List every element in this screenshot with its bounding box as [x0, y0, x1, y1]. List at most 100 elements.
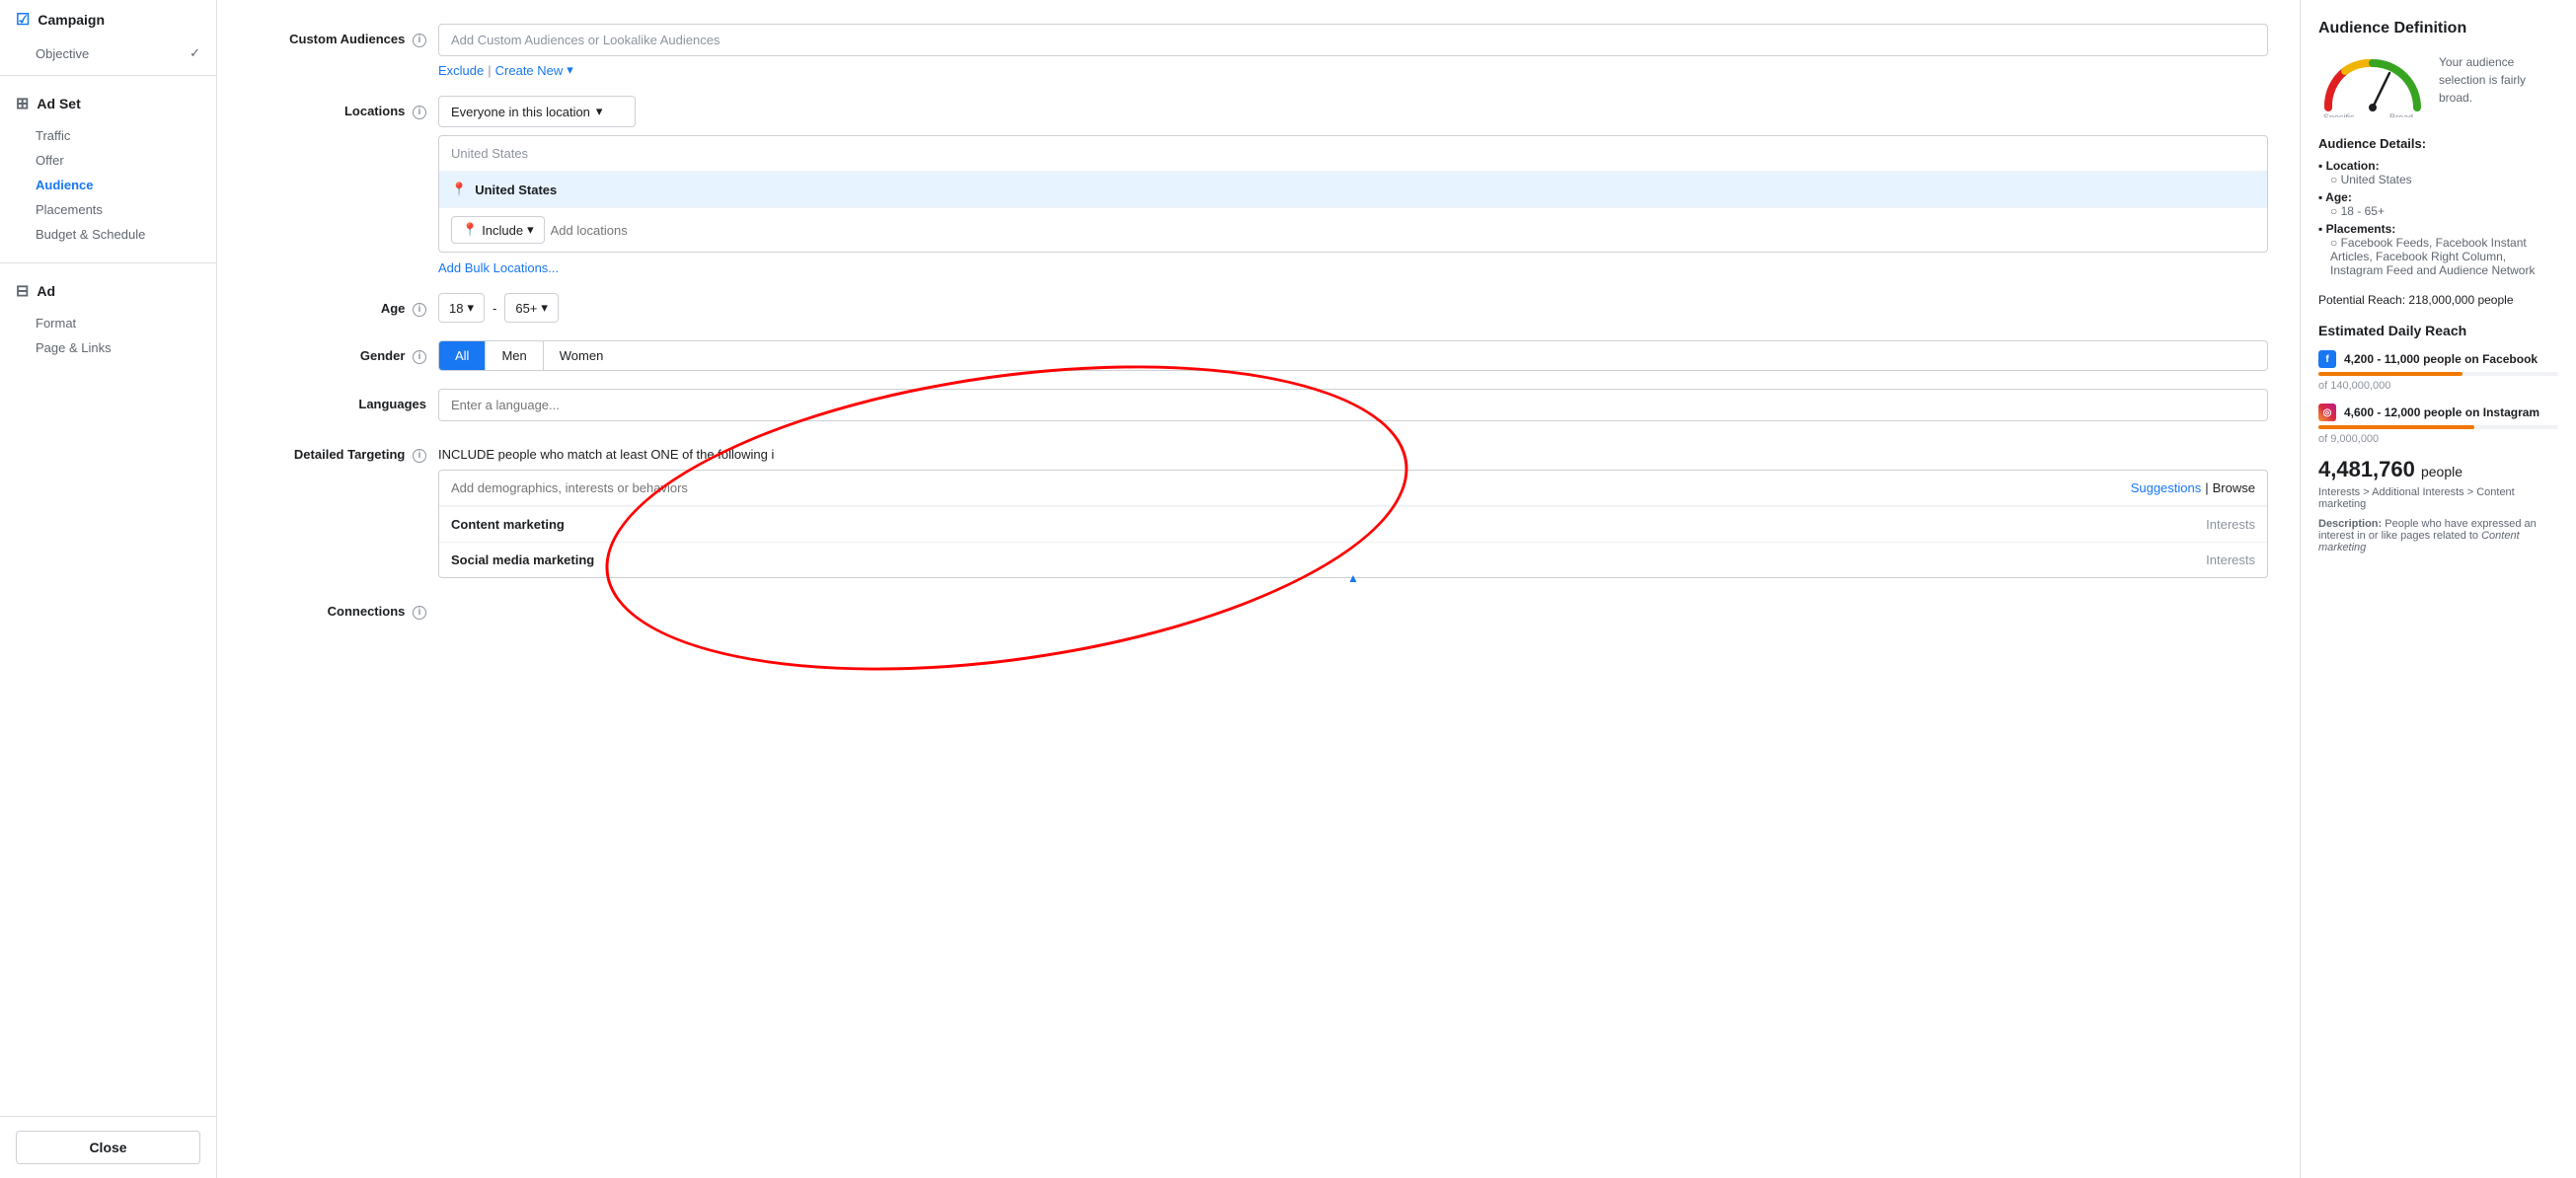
sidebar-item-placements[interactable]: Placements: [36, 197, 200, 222]
sidebar-item-page-links[interactable]: Page & Links: [36, 335, 200, 360]
gender-row: Gender i All Men Women: [249, 340, 2268, 371]
location-search-input[interactable]: United States: [439, 136, 2267, 172]
age-row: Age i 18 ▾ - 65+ ▾: [249, 293, 2268, 323]
instagram-reach-bar-fill: [2318, 425, 2474, 429]
instagram-reach-header: ◎ 4,600 - 12,000 people on Instagram: [2318, 404, 2558, 421]
campaign-check-icon: ☑: [16, 10, 30, 30]
custom-audiences-input[interactable]: Add Custom Audiences or Lookalike Audien…: [438, 24, 2268, 56]
instagram-reach-label: 4,600 - 12,000 people on Instagram: [2344, 405, 2539, 419]
svg-text:Specific: Specific: [2323, 112, 2355, 117]
gender-men-button[interactable]: Men: [486, 341, 543, 370]
location-entry-name: United States: [475, 183, 557, 197]
include-pin-icon: 📍: [462, 222, 478, 238]
locations-control: Everyone in this location ▾ United State…: [438, 96, 2268, 275]
facebook-reach-bar-fill: [2318, 372, 2462, 376]
targeting-search-input[interactable]: [451, 480, 2131, 495]
sidebar-item-audience[interactable]: Audience: [36, 173, 200, 197]
form-area: Custom Audiences i Add Custom Audiences …: [217, 0, 2300, 1178]
include-button[interactable]: 📍 Include ▾: [451, 216, 545, 244]
divider-1: [0, 75, 216, 76]
instagram-reach-bar: [2318, 425, 2558, 429]
create-new-chevron-icon: ▾: [567, 62, 573, 78]
ad-label: Ad: [37, 283, 55, 299]
location-include-row: 📍 Include ▾: [439, 207, 2267, 252]
connections-label: Connections i: [249, 596, 426, 620]
audience-details-title: Audience Details:: [2318, 136, 2558, 151]
facebook-reach-label: 4,200 - 11,000 people on Facebook: [2344, 352, 2538, 366]
targeting-name-content: Content marketing: [451, 517, 565, 532]
targeting-info-icon[interactable]: i: [413, 449, 426, 463]
divider-2: [0, 262, 216, 263]
gender-all-button[interactable]: All: [439, 341, 486, 370]
exclude-link[interactable]: Exclude: [438, 63, 484, 78]
connections-info-icon[interactable]: i: [413, 606, 426, 620]
detailed-targeting-row: Detailed Targeting i INCLUDE people who …: [249, 439, 2268, 578]
sidebar-objective[interactable]: Objective ✓: [0, 39, 216, 67]
gender-selector: All Men Women: [438, 340, 2268, 371]
custom-audiences-control: Add Custom Audiences or Lookalike Audien…: [438, 24, 2268, 78]
locations-row: Locations i Everyone in this location ▾ …: [249, 96, 2268, 275]
age-from-value: 18: [449, 301, 463, 316]
targeting-row-content-marketing[interactable]: Content marketing Interests: [439, 507, 2267, 543]
detail-age: Age: 18 - 65+: [2318, 190, 2558, 218]
browse-link[interactable]: Browse: [2213, 480, 2255, 495]
custom-audiences-label: Custom Audiences i: [249, 24, 426, 47]
facebook-reach-item: f 4,200 - 11,000 people on Facebook of 1…: [2318, 350, 2558, 392]
sidebar-item-traffic[interactable]: Traffic: [36, 123, 200, 148]
sidebar-ad[interactable]: ⊟ Ad: [0, 271, 216, 311]
facebook-icon: f: [2318, 350, 2336, 368]
description-text: Description: People who have expressed a…: [2318, 518, 2558, 553]
targeting-actions: Suggestions | Browse: [2131, 480, 2255, 495]
sidebar-item-offer[interactable]: Offer: [36, 148, 200, 173]
age-info-icon[interactable]: i: [413, 303, 426, 317]
facebook-reach-of: of 140,000,000: [2318, 380, 2558, 392]
objective-check-icon: ✓: [189, 45, 200, 61]
detailed-targeting-label: Detailed Targeting i: [249, 439, 426, 463]
sidebar-item-budget[interactable]: Budget & Schedule: [36, 222, 200, 247]
detailed-targeting-control: INCLUDE people who match at least ONE of…: [438, 447, 2268, 578]
custom-audiences-info-icon[interactable]: i: [413, 34, 426, 47]
age-to-select[interactable]: 65+ ▾: [504, 293, 559, 323]
suggestions-arrow-icon: ▲: [1347, 571, 1359, 585]
sidebar: ☑ Campaign Objective ✓ ⊞ Ad Set Traffic …: [0, 0, 217, 1178]
custom-audiences-row: Custom Audiences i Add Custom Audiences …: [249, 24, 2268, 78]
big-number: 4,481,760 people: [2318, 457, 2558, 482]
adset-subitems: Traffic Offer Audience Placements Budget…: [0, 123, 216, 255]
panel-title: Audience Definition: [2318, 20, 2558, 37]
description-label: Description:: [2318, 518, 2382, 530]
location-dropdown[interactable]: Everyone in this location ▾: [438, 96, 636, 127]
locations-info-icon[interactable]: i: [413, 106, 426, 119]
adset-label: Ad Set: [37, 96, 80, 111]
close-button[interactable]: Close: [16, 1131, 200, 1164]
targeting-desc-info-icon[interactable]: i: [771, 447, 774, 462]
instagram-icon: ◎: [2318, 404, 2336, 421]
details-list: Location: United States Age: 18 - 65+ Pl…: [2318, 159, 2558, 277]
bulk-locations-link[interactable]: Add Bulk Locations...: [438, 260, 2268, 275]
gauge-text: Your audience selection is fairly broad.: [2439, 53, 2558, 107]
age-from-select[interactable]: 18 ▾: [438, 293, 485, 323]
main-content: Custom Audiences i Add Custom Audiences …: [217, 0, 2300, 1178]
objective-label: Objective: [36, 46, 89, 61]
sidebar-campaign[interactable]: ☑ Campaign: [0, 0, 216, 39]
add-locations-input[interactable]: [551, 223, 2255, 238]
location-entry: 📍 United States: [439, 172, 2267, 207]
targeting-search-row: Suggestions | Browse: [439, 471, 2267, 506]
create-new-button[interactable]: Create New ▾: [495, 62, 573, 78]
potential-reach: Potential Reach: 218,000,000 people: [2318, 293, 2558, 307]
location-dropdown-chevron-icon: ▾: [596, 104, 603, 119]
location-dropdown-label: Everyone in this location: [451, 105, 590, 119]
locations-label: Locations i: [249, 96, 426, 119]
suggestions-link[interactable]: Suggestions: [2131, 480, 2202, 495]
gender-info-icon[interactable]: i: [413, 350, 426, 364]
languages-input[interactable]: [438, 389, 2268, 421]
adset-icon: ⊞: [16, 94, 29, 113]
age-to-value: 65+: [515, 301, 537, 316]
targeting-name-social: Social media marketing: [451, 552, 594, 567]
gender-control: All Men Women: [438, 340, 2268, 371]
svg-text:Broad: Broad: [2389, 112, 2413, 117]
sidebar-adset[interactable]: ⊞ Ad Set: [0, 84, 216, 123]
est-daily-title: Estimated Daily Reach: [2318, 323, 2558, 338]
gender-women-button[interactable]: Women: [544, 341, 620, 370]
sidebar-item-format[interactable]: Format: [36, 311, 200, 335]
languages-row: Languages: [249, 389, 2268, 421]
